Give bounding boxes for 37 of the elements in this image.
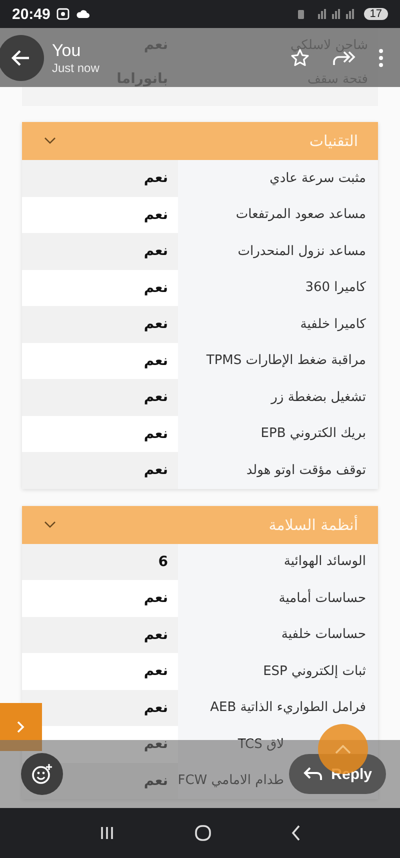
spec-value: نعم	[22, 306, 178, 342]
clock-time: 20:49	[12, 6, 50, 22]
back-arrow-icon	[11, 48, 31, 66]
spec-value: نعم	[22, 379, 178, 416]
sender-name: You	[52, 40, 82, 60]
back-button[interactable]	[0, 34, 44, 80]
spec-value: نعم	[22, 160, 178, 196]
chevron-down-icon	[44, 520, 56, 528]
section-title: أنظمة السلامة	[268, 516, 358, 534]
spec-value: نعم	[22, 270, 178, 306]
spec-value: نعم	[22, 196, 178, 233]
section-header[interactable]: أنظمة السلامة	[22, 506, 378, 544]
chevron-down-icon	[44, 137, 56, 145]
spec-value: نعم	[22, 416, 178, 452]
spec-value: نعم	[22, 653, 178, 690]
message-time: Just now	[52, 60, 100, 74]
section-title: التقنيات	[309, 132, 358, 150]
spec-label: توقف مؤقت اوتو هولد	[178, 452, 378, 488]
spec-value: نعم	[22, 452, 178, 488]
more-options-icon[interactable]	[378, 48, 384, 68]
home-icon[interactable]	[194, 824, 212, 842]
back-icon[interactable]	[290, 825, 301, 841]
section-header[interactable]: التقنيات	[22, 122, 378, 160]
spec-value: نعم	[22, 342, 178, 379]
emoji-add-icon	[31, 763, 53, 785]
battery-level: 17	[364, 8, 388, 20]
reply-arrow-icon	[303, 767, 324, 781]
spec-value: نعم	[22, 580, 178, 616]
cloud-icon	[76, 9, 90, 19]
spec-value: 6	[22, 544, 178, 580]
recent-apps-icon[interactable]	[99, 825, 116, 841]
spec-label: الوسائد الهوائية	[178, 544, 378, 580]
spec-value: نعم	[22, 233, 178, 270]
chevron-up-icon	[335, 744, 351, 754]
chevron-right-icon	[17, 721, 25, 733]
spec-value: نعم	[22, 616, 178, 653]
gallery-icon	[56, 7, 70, 21]
